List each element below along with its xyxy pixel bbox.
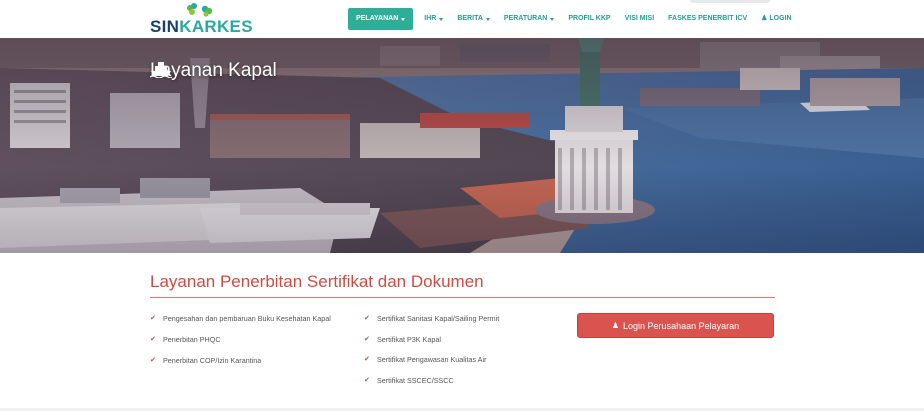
list-item: ✔ Sertifikat SSCEC/SSCC <box>364 375 554 387</box>
nav-berita-label: BERITA <box>457 15 483 22</box>
ship-icon <box>150 62 172 78</box>
caret-down-icon <box>401 17 406 21</box>
nav-peraturan-label: PERATURAN <box>503 15 548 22</box>
check-icon: ✔ <box>364 315 370 322</box>
login-button-label: Login Perusahaan Pelayaran <box>623 320 740 331</box>
nav-berita[interactable]: BERITA <box>450 8 497 30</box>
hero-harbor-image <box>0 38 924 253</box>
list-item-label: Pengesahan dan pembaruan Buku Kesehatan … <box>163 314 331 323</box>
list-item: ✔ Penerbitan COP/Izin Karantina <box>150 355 340 367</box>
caret-down-icon <box>485 17 490 21</box>
nav-login-label: LOGIN <box>769 15 792 22</box>
list-item-label: Sertifikat SSCEC/SSCC <box>377 375 454 385</box>
nav-profil-kkp-label: PROFIL KKP <box>568 15 611 22</box>
section-divider <box>150 297 775 298</box>
brand-name: SINKARKES <box>150 17 253 37</box>
list-item-label: Sertifikat P3K Kapal <box>377 334 441 344</box>
nav-visi-misi[interactable]: VISI MISI <box>618 8 662 30</box>
hero-title: Layanan Kapal <box>150 60 277 82</box>
user-icon: ♟ <box>611 321 620 330</box>
service-list-right: ✔ Sertifikat Sanitasi Kapal/Sailing Perm… <box>364 313 554 395</box>
user-icon: ♟ <box>761 15 768 22</box>
check-icon: ✔ <box>364 356 370 363</box>
brand-name-part1: SIN <box>150 17 180 36</box>
nav-visi-misi-label: VISI MISI <box>624 15 655 22</box>
caret-down-icon <box>439 17 444 21</box>
check-icon: ✔ <box>364 376 370 384</box>
nav-ihr[interactable]: IHR <box>417 8 450 30</box>
nav-peraturan[interactable]: PERATURAN <box>497 8 561 30</box>
nav-login[interactable]: ♟ LOGIN <box>754 8 798 30</box>
caret-down-icon <box>550 17 555 21</box>
nav-pelayanan-label: PELAYANAN <box>356 15 399 22</box>
list-item-label: Penerbitan PHQC <box>163 335 221 344</box>
list-item-label: Penerbitan COP/Izin Karantina <box>163 356 262 365</box>
nav-faskes-label: FASKES PENERBIT ICV <box>668 15 748 22</box>
brand-name-part2: KARKES <box>179 17 253 36</box>
nav-profil-kkp[interactable]: PROFIL KKP <box>561 8 617 30</box>
list-item-label: Sertifikat Sanitasi Kapal/Sailing Permit <box>377 314 500 323</box>
list-item: ✔ Sertifikat P3K Kapal <box>364 334 554 346</box>
nav-ihr-label: IHR <box>424 15 437 22</box>
check-icon: ✔ <box>150 336 156 343</box>
section-title: Layanan Penerbitan Sertifikat dan Dokume… <box>150 272 484 291</box>
check-icon: ✔ <box>150 315 156 322</box>
list-item: ✔ Sertifikat Pengawasan Kualitas Air <box>364 354 554 366</box>
list-item-label: Sertifikat Pengawasan Kualitas Air <box>377 355 487 364</box>
list-item: ✔ Pengesahan dan pembaruan Buku Kesehata… <box>150 313 340 325</box>
main-nav: PELAYANAN IHR BERITA PERATURAN PROFIL KK… <box>348 8 799 30</box>
nav-faskes-penerbit-icv[interactable]: FASKES PENERBIT ICV <box>661 8 754 30</box>
list-item: ✔ Sertifikat Sanitasi Kapal/Sailing Perm… <box>364 313 554 325</box>
top-navbar: SINKARKES PELAYANAN IHR BERITA PERATURAN… <box>0 0 924 38</box>
check-icon: ✔ <box>364 335 370 343</box>
top-edge-hint <box>690 0 770 3</box>
nav-pelayanan[interactable]: PELAYANAN <box>348 8 414 30</box>
hero-banner: Layanan Kapal <box>0 38 924 253</box>
list-item: ✔ Penerbitan PHQC <box>150 334 340 346</box>
login-perusahaan-button[interactable]: ♟ Login Perusahaan Pelayaran <box>577 313 774 338</box>
service-list-left: ✔ Pengesahan dan pembaruan Buku Kesehata… <box>150 313 340 376</box>
check-icon: ✔ <box>150 357 156 364</box>
